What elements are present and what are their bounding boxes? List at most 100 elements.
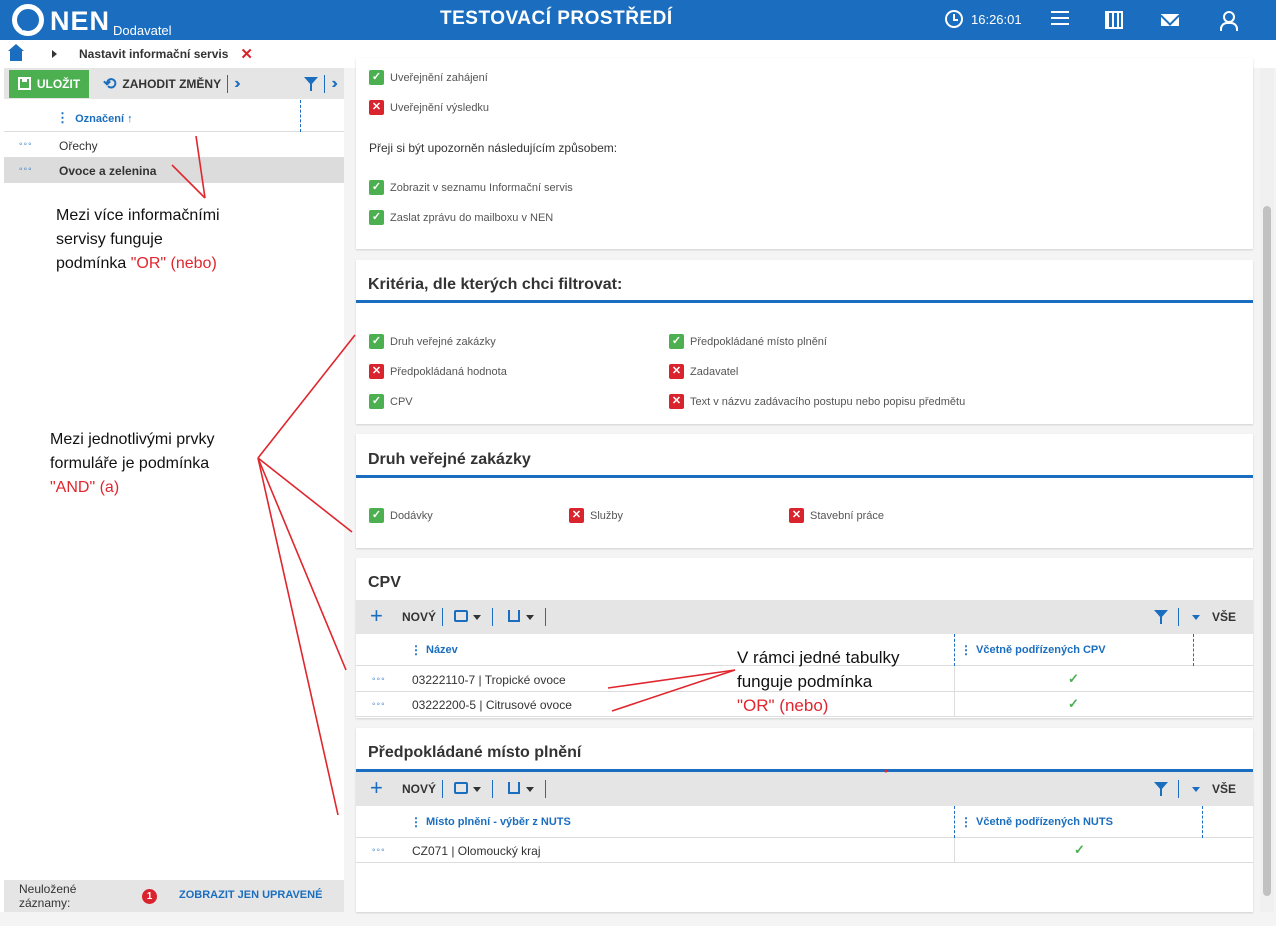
caret-down-icon[interactable]: [526, 615, 534, 620]
new-button[interactable]: NOVÝ: [402, 610, 436, 624]
export-icon[interactable]: [508, 782, 520, 794]
caret-down-icon[interactable]: [526, 787, 534, 792]
row-menu-icon[interactable]: ◦◦◦: [19, 164, 33, 175]
toolbar-separator: [442, 608, 443, 626]
save-button[interactable]: ULOŽIT: [9, 69, 89, 98]
menu-icon[interactable]: [1051, 11, 1069, 29]
row-menu-icon[interactable]: ◦◦◦: [372, 674, 386, 685]
title-underline: [356, 300, 1253, 303]
check-icon: ✓: [1074, 842, 1085, 857]
row-menu-icon[interactable]: ◦◦◦: [19, 139, 33, 150]
checkbox-publish-result[interactable]: ✕ Uveřejnění výsledku: [369, 100, 489, 115]
toolbar-separator: [442, 780, 443, 798]
toolbar-separator: [545, 608, 546, 626]
unchecked-icon: ✕: [369, 364, 384, 379]
expand-icon[interactable]: ››: [234, 75, 240, 93]
caret-down-icon[interactable]: [473, 787, 481, 792]
logo-subtitle: Dodavatel: [113, 23, 172, 38]
criterion-contract-type[interactable]: ✓ Druh veřejné zakázky: [369, 334, 496, 349]
list-item-label: Ořechy: [59, 139, 98, 153]
column-header-place[interactable]: Místo plnění - výběr z NUTS: [426, 816, 571, 828]
show-all-button[interactable]: VŠE: [1212, 782, 1236, 796]
caret-down-icon[interactable]: [1192, 787, 1200, 792]
unchecked-icon: ✕: [369, 100, 384, 115]
criterion-cpv[interactable]: ✓ CPV: [369, 394, 413, 409]
notify-heading: Přeji si být upozorněn následujícím způs…: [369, 141, 618, 155]
list-item[interactable]: ◦◦◦ Ořechy: [4, 133, 344, 158]
criterion-place[interactable]: ✓ Předpokládané místo plnění: [669, 334, 827, 349]
checkbox-supplies[interactable]: ✓ Dodávky: [369, 508, 433, 523]
table-row[interactable]: ◦◦◦ CZ071 | Olomoucký kraj ✓: [356, 838, 1253, 863]
column-header-subordinate[interactable]: Včetně podřízených NUTS: [976, 816, 1113, 828]
filter-icon[interactable]: [1154, 782, 1168, 796]
criteria-card: Kritéria, dle kterých chci filtrovat: ✓ D…: [356, 260, 1253, 424]
close-tab-icon[interactable]: ✕: [240, 45, 253, 63]
caret-down-icon[interactable]: [1192, 615, 1200, 620]
column-header-name[interactable]: Název: [426, 644, 458, 656]
row-menu-icon[interactable]: ◦◦◦: [372, 699, 386, 710]
toolbar-separator: [1178, 608, 1179, 626]
print-icon[interactable]: [454, 610, 468, 622]
home-icon[interactable]: [8, 44, 24, 61]
criteria-title: Kritéria, dle kterých chci filtrovat:: [368, 276, 623, 293]
user-icon[interactable]: [1218, 11, 1238, 31]
place-table-header: ⋮ Místo plnění - výběr z NUTS ⋮ Včetně p…: [356, 806, 1253, 838]
column-header-designation[interactable]: ⋮ Označení ↑: [56, 110, 133, 126]
nen-logo[interactable]: NEN Dodavatel: [12, 4, 172, 38]
criterion-value[interactable]: ✕ Předpokládaná hodnota: [369, 364, 507, 379]
toolbar-separator: [545, 780, 546, 798]
checkbox-publish-start[interactable]: ✓ Uveřejnění zahájení: [369, 70, 488, 85]
unchecked-icon: ✕: [669, 394, 684, 409]
unchecked-icon: ✕: [569, 508, 584, 523]
publication-card: ✓ Uveřejnění zahájení ✕ Uveřejnění výsle…: [356, 58, 1253, 249]
filter-icon[interactable]: [304, 76, 319, 91]
unsaved-count-badge: 1: [142, 889, 157, 904]
place-toolbar: + NOVÝ VŠE: [356, 772, 1253, 806]
column-divider: [954, 806, 955, 838]
contract-type-title: Druh veřejné zakázky: [368, 451, 531, 468]
expand-panel-icon[interactable]: ››: [331, 75, 337, 93]
column-menu-icon[interactable]: ⋮: [960, 815, 972, 829]
unchecked-icon: ✕: [669, 364, 684, 379]
list-item-selected[interactable]: ◦◦◦ Ovoce a zelenina: [4, 158, 344, 183]
column-menu-icon[interactable]: ⋮: [960, 643, 972, 657]
print-icon[interactable]: [454, 782, 468, 794]
checked-icon: ✓: [369, 180, 384, 195]
unchecked-icon: ✕: [789, 508, 804, 523]
column-menu-icon[interactable]: ⋮: [410, 815, 422, 829]
logo-ring-icon: [12, 4, 44, 36]
show-all-button[interactable]: VŠE: [1212, 610, 1236, 624]
column-menu-icon[interactable]: ⋮: [410, 643, 422, 657]
show-modified-link[interactable]: ZOBRAZIT JEN UPRAVENÉ: [179, 889, 322, 901]
checkbox-notify-mail[interactable]: ✓ Zaslat zprávu do mailboxu v NEN: [369, 210, 553, 225]
filter-icon[interactable]: [1154, 610, 1168, 624]
breadcrumb-arrow-icon: [52, 50, 57, 58]
calculator-icon[interactable]: [1105, 11, 1123, 29]
checked-icon: ✓: [369, 394, 384, 409]
discard-changes-button[interactable]: ⟲ ZAHODIT ZMĚNY: [103, 74, 221, 94]
caret-down-icon[interactable]: [473, 615, 481, 620]
column-divider: [1193, 634, 1194, 666]
criterion-contracting-authority[interactable]: ✕ Zadavatel: [669, 364, 738, 379]
export-icon[interactable]: [508, 610, 520, 622]
add-icon[interactable]: +: [370, 605, 383, 627]
checked-icon: ✓: [369, 334, 384, 349]
checkbox-construction[interactable]: ✕ Stavební práce: [789, 508, 884, 523]
main-scrollbar[interactable]: [1260, 68, 1274, 912]
mail-icon[interactable]: [1161, 14, 1179, 26]
checkbox-services[interactable]: ✕ Služby: [569, 508, 623, 523]
unsaved-label: Neuložené záznamy:: [19, 882, 77, 910]
new-button[interactable]: NOVÝ: [402, 782, 436, 796]
toolbar-separator: [1178, 780, 1179, 798]
scrollbar-thumb[interactable]: [1263, 206, 1271, 896]
column-header-subordinate[interactable]: Včetně podřízených CPV: [976, 644, 1106, 656]
list-item-label: Ovoce a zelenina: [59, 164, 157, 178]
title-underline: [356, 475, 1253, 478]
toolbar-separator: [492, 780, 493, 798]
criterion-text[interactable]: ✕ Text v názvu zadávacího postupu nebo po…: [669, 394, 965, 409]
checkbox-notify-list[interactable]: ✓ Zobrazit v seznamu Informační servis: [369, 180, 573, 195]
add-icon[interactable]: +: [370, 777, 383, 799]
row-menu-icon[interactable]: ◦◦◦: [372, 845, 386, 856]
cpv-name: 03222200-5 | Citrusové ovoce: [412, 698, 572, 712]
cell-divider: [954, 667, 955, 692]
